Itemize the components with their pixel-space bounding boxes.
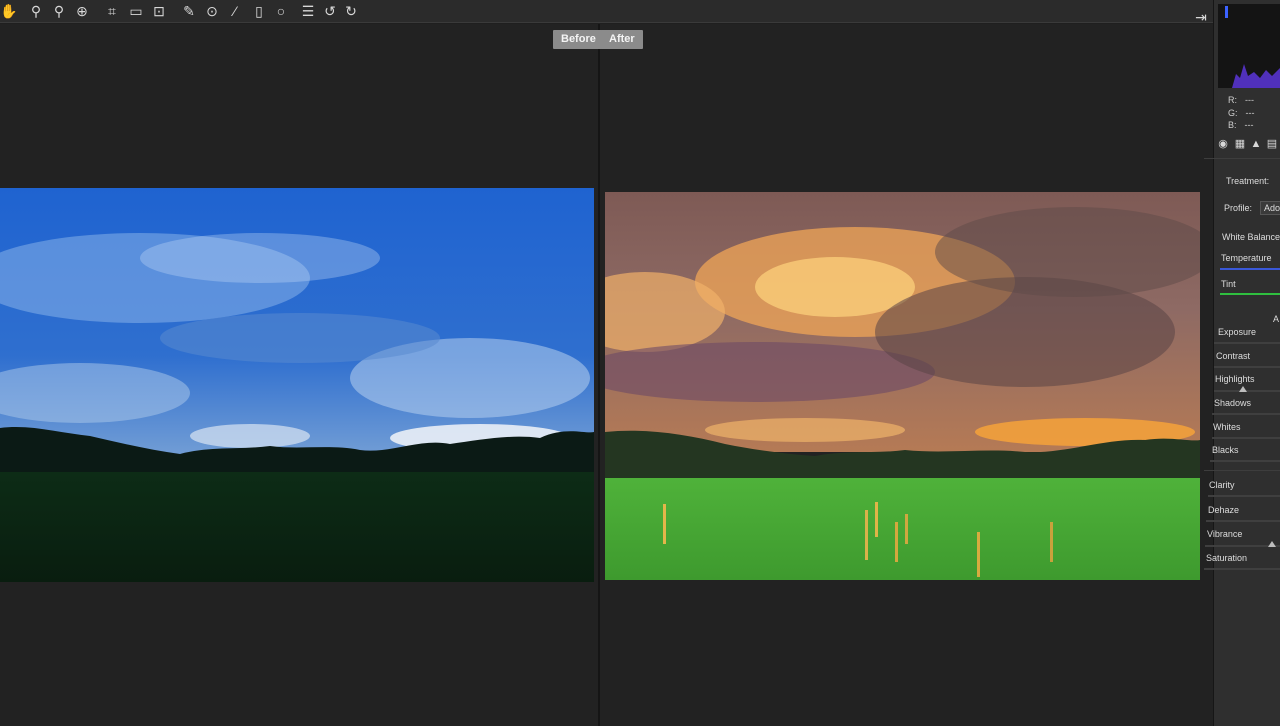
- after-label: After: [601, 30, 643, 49]
- hsl-tab-icon[interactable]: ▤: [1266, 138, 1278, 150]
- panel-separator: [1204, 158, 1280, 159]
- basic-panel-tab-icon[interactable]: ◉: [1217, 138, 1229, 150]
- white-balance-label: White Balance:: [1222, 232, 1280, 242]
- blacks-slider[interactable]: [1210, 460, 1280, 462]
- tint-label: Tint: [1221, 279, 1236, 289]
- contrast-slider[interactable]: [1214, 366, 1280, 368]
- temperature-label: Temperature: [1221, 253, 1272, 263]
- highlights-slider[interactable]: [1214, 390, 1280, 392]
- g-label: G:: [1228, 108, 1238, 118]
- vibrance-label: Vibrance: [1207, 529, 1243, 539]
- white-balance-icon[interactable]: ⚲: [27, 2, 45, 20]
- red-eye-icon[interactable]: ⊙: [203, 2, 221, 20]
- hand-icon[interactable]: ✋: [0, 2, 18, 20]
- auto-button[interactable]: A: [1273, 314, 1279, 324]
- exit-fullscreen-icon[interactable]: ⇥: [1192, 8, 1210, 26]
- treatment-label: Treatment:: [1226, 176, 1270, 186]
- graduated-filter-icon[interactable]: ▯: [250, 2, 268, 20]
- b-label: B:: [1228, 120, 1237, 130]
- contrast-label: Contrast: [1216, 351, 1251, 361]
- tint-slider[interactable]: [1220, 293, 1280, 295]
- before-image: [0, 188, 594, 582]
- histogram-b-readout: B: ---: [1228, 120, 1254, 130]
- histogram-r-readout: R: ---: [1228, 95, 1254, 105]
- histogram-g-readout: G: ---: [1228, 108, 1255, 118]
- compare-divider: [598, 24, 600, 726]
- highlights-label: Highlights: [1215, 374, 1255, 384]
- temperature-slider[interactable]: [1220, 268, 1280, 270]
- targeted-adjustment-icon[interactable]: ⊕: [73, 2, 91, 20]
- shadows-slider[interactable]: [1212, 413, 1280, 415]
- before-label: Before: [553, 30, 604, 49]
- r-value: ---: [1245, 95, 1254, 105]
- adjustment-brush-icon[interactable]: ⁄: [226, 2, 244, 20]
- blacks-label: Blacks: [1212, 445, 1239, 455]
- exposure-label: Exposure: [1218, 327, 1257, 337]
- presets-list-icon[interactable]: ☰: [299, 2, 317, 20]
- saturation-label: Saturation: [1206, 553, 1248, 563]
- dehaze-label: Dehaze: [1208, 505, 1240, 515]
- whites-label: Whites: [1213, 422, 1241, 432]
- shadows-label: Shadows: [1214, 398, 1252, 408]
- toolbar: ✋ ⚲ ⚲ ⊕ ⌗ ▭ ⊡ ✎ ⊙ ⁄ ▯ ○ ☰ ↺ ↻: [0, 0, 1280, 23]
- vibrance-slider-thumb[interactable]: [1268, 541, 1276, 547]
- profile-label: Profile:: [1224, 203, 1253, 213]
- crop-icon[interactable]: ⌗: [103, 2, 121, 20]
- g-value: ---: [1245, 108, 1255, 118]
- spot-removal-icon[interactable]: ✎: [180, 2, 198, 20]
- transform-icon[interactable]: ⊡: [150, 2, 168, 20]
- r-label: R:: [1228, 95, 1237, 105]
- radial-filter-icon[interactable]: ○: [272, 2, 290, 20]
- profile-dropdown[interactable]: Ado: [1260, 201, 1280, 215]
- color-sampler-icon[interactable]: ⚲: [50, 2, 68, 20]
- clarity-slider[interactable]: [1208, 495, 1280, 497]
- saturation-slider[interactable]: [1204, 568, 1280, 570]
- straighten-icon[interactable]: ▭: [127, 2, 145, 20]
- tone-curve-tab-icon[interactable]: ▦: [1234, 138, 1246, 150]
- panel-separator-presence: [1204, 470, 1280, 471]
- clarity-label: Clarity: [1209, 480, 1235, 490]
- detail-tab-icon[interactable]: ▲: [1250, 138, 1262, 150]
- b-value: ---: [1244, 120, 1254, 130]
- after-image: [605, 192, 1200, 580]
- whites-slider[interactable]: [1212, 437, 1280, 439]
- exposure-slider[interactable]: [1214, 342, 1280, 344]
- highlights-slider-thumb[interactable]: [1239, 386, 1247, 392]
- dehaze-slider[interactable]: [1206, 520, 1280, 522]
- histogram: [1218, 4, 1280, 88]
- rotate-left-icon[interactable]: ↺: [321, 2, 339, 20]
- rotate-right-icon[interactable]: ↻: [342, 2, 360, 20]
